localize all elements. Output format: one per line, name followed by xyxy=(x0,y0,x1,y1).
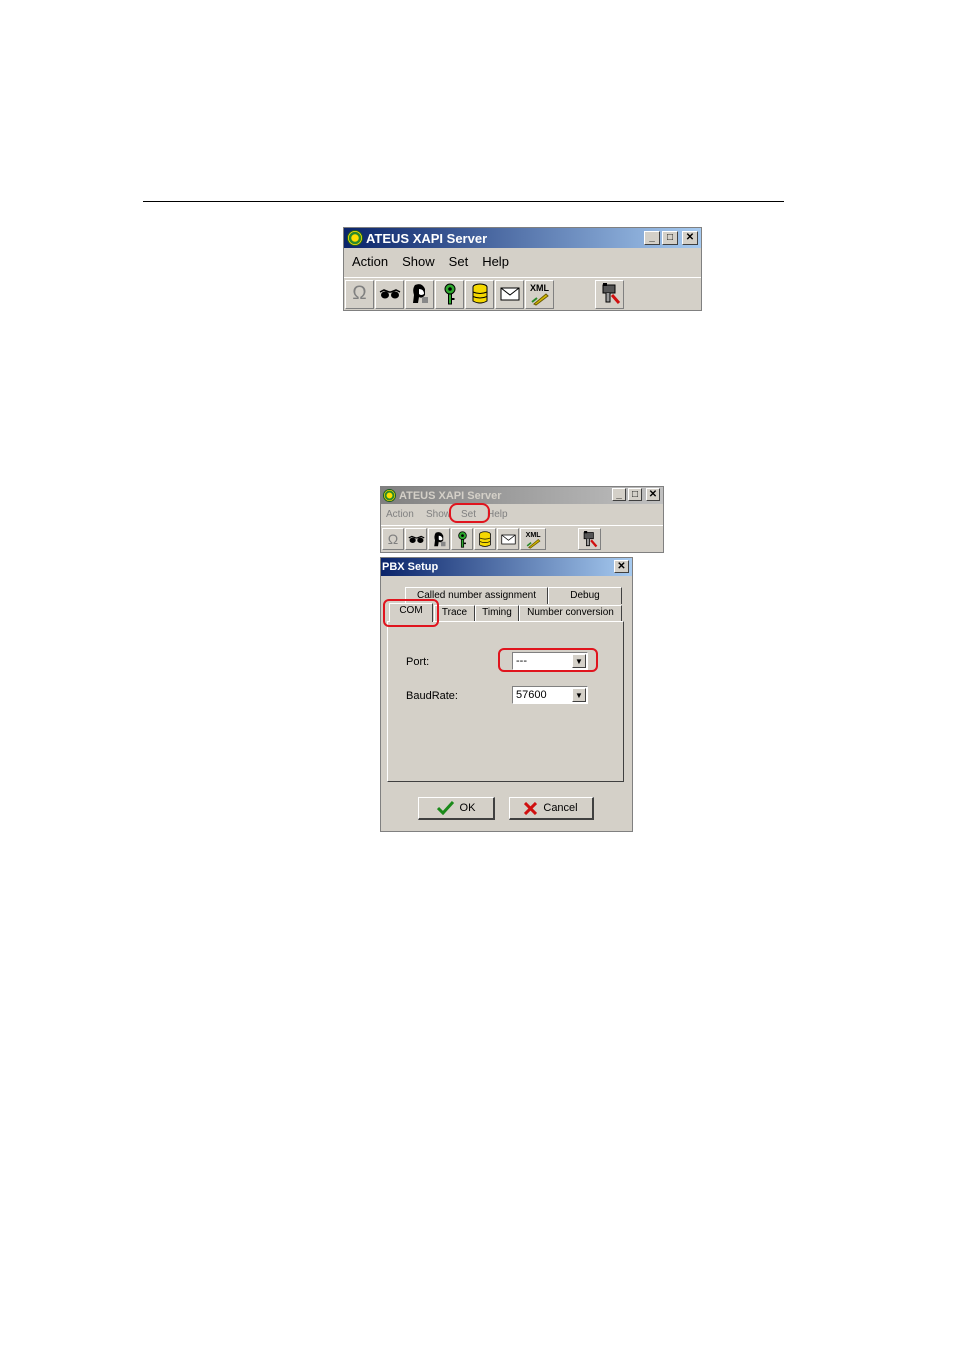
port-value: --- xyxy=(516,655,527,667)
glasses-button[interactable] xyxy=(375,279,404,309)
toolbar: Ω XML xyxy=(344,277,701,310)
tab-label: COM xyxy=(399,605,423,616)
omega-icon: Ω xyxy=(387,531,399,547)
xml-icon: XML xyxy=(525,531,541,549)
settings-tool-button[interactable] xyxy=(595,279,624,309)
menu-help[interactable]: Help xyxy=(487,509,508,520)
mail-button[interactable] xyxy=(495,279,524,309)
tab-label: Number conversion xyxy=(527,607,614,618)
port-label: Port: xyxy=(406,656,430,668)
chevron-down-icon[interactable]: ▼ xyxy=(572,654,586,668)
maximize-button[interactable]: □ xyxy=(628,488,642,501)
glasses-button[interactable] xyxy=(405,528,427,550)
maximize-icon: □ xyxy=(631,488,639,500)
tab-timing[interactable]: Timing xyxy=(475,605,519,621)
window-title: ATEUS XAPI Server xyxy=(399,489,502,502)
omega-icon: Ω xyxy=(352,283,367,304)
port-select[interactable]: --- ▼ xyxy=(512,652,588,670)
close-button[interactable]: ✕ xyxy=(646,488,660,501)
com-tab-panel: Port: --- ▼ BaudRate: 57600 ▼ xyxy=(387,621,624,782)
menu-set[interactable]: Set xyxy=(461,509,476,520)
glasses-icon xyxy=(379,289,400,299)
minimize-icon: _ xyxy=(649,232,655,243)
database-button[interactable] xyxy=(474,528,496,550)
menu-help[interactable]: Help xyxy=(475,254,516,269)
mail-icon xyxy=(500,287,519,301)
tab-number-conversion[interactable]: Number conversion xyxy=(519,605,622,621)
settings-tool-icon xyxy=(602,283,620,304)
close-icon: ✕ xyxy=(648,488,658,500)
user-icon xyxy=(433,531,445,546)
user-button[interactable] xyxy=(405,279,434,309)
title-bar[interactable]: ATEUS XAPI Server _ □ ✕ xyxy=(344,228,701,248)
cancel-label: Cancel xyxy=(543,802,578,814)
xml-icon: XML xyxy=(530,283,550,306)
mail-button[interactable] xyxy=(497,528,519,550)
database-icon xyxy=(479,530,491,547)
app-icon xyxy=(383,489,396,502)
mail-icon xyxy=(500,534,516,544)
tab-trace[interactable]: Trace xyxy=(434,605,475,621)
baudrate-value: 57600 xyxy=(516,689,547,701)
baudrate-label: BaudRate: xyxy=(406,690,458,702)
tab-debug[interactable]: Debug xyxy=(548,587,622,604)
minimize-icon: _ xyxy=(616,488,622,500)
database-icon xyxy=(472,283,487,304)
tab-com[interactable]: COM xyxy=(389,603,433,622)
dialog-title-bar[interactable]: PBX Setup ✕ xyxy=(381,558,632,576)
menu-bar: Action Show Set Help xyxy=(381,506,663,522)
tab-label: Trace xyxy=(441,607,468,618)
tab-label: Debug xyxy=(570,590,600,601)
pbx-setup-dialog: PBX Setup ✕ Called number assignment Deb… xyxy=(380,557,633,832)
tab-label: Called number assignment xyxy=(417,590,536,601)
svg-text:XML: XML xyxy=(525,531,541,539)
xapi-server-window-inactive: ATEUS XAPI Server _ □ ✕ Action Show Set … xyxy=(380,486,664,553)
cancel-button[interactable]: Cancel xyxy=(509,797,594,820)
cross-icon xyxy=(524,801,538,815)
key-icon xyxy=(444,283,455,305)
minimize-button[interactable]: _ xyxy=(644,231,660,245)
svg-text:XML: XML xyxy=(530,283,550,293)
dialog-title: PBX Setup xyxy=(382,561,439,573)
baudrate-select[interactable]: 57600 ▼ xyxy=(512,686,588,704)
xml-button[interactable]: XML xyxy=(525,279,554,309)
ok-label: OK xyxy=(459,802,476,814)
settings-tool-icon xyxy=(583,530,598,547)
close-button[interactable]: ✕ xyxy=(682,231,698,245)
xapi-server-window: ATEUS XAPI Server _ □ ✕ Action Show Set … xyxy=(343,227,702,311)
omega-button[interactable]: Ω xyxy=(382,528,404,550)
menu-show[interactable]: Show xyxy=(395,254,442,269)
tab-called-number-assignment[interactable]: Called number assignment xyxy=(405,587,548,604)
close-icon: ✕ xyxy=(685,232,695,243)
glasses-icon xyxy=(408,535,424,543)
omega-button[interactable]: Ω xyxy=(345,279,374,309)
key-button[interactable] xyxy=(435,279,464,309)
key-button[interactable] xyxy=(451,528,473,550)
menu-action[interactable]: Action xyxy=(386,509,414,520)
menu-bar: Action Show Set Help xyxy=(344,250,701,272)
toolbar: Ω XML xyxy=(381,525,663,552)
xml-button[interactable]: XML xyxy=(520,528,546,550)
database-button[interactable] xyxy=(465,279,494,309)
menu-show[interactable]: Show xyxy=(426,509,451,520)
ok-button[interactable]: OK xyxy=(418,797,495,820)
chevron-down-icon[interactable]: ▼ xyxy=(572,688,586,702)
title-bar[interactable]: ATEUS XAPI Server _ □ ✕ xyxy=(381,487,663,504)
user-icon xyxy=(412,284,428,303)
maximize-button[interactable]: □ xyxy=(662,231,678,245)
tab-label: Timing xyxy=(482,607,512,618)
checkmark-icon xyxy=(436,801,454,815)
window-title: ATEUS XAPI Server xyxy=(366,230,488,246)
close-icon: ✕ xyxy=(617,560,626,572)
settings-tool-button[interactable] xyxy=(578,528,601,550)
maximize-icon: □ xyxy=(666,232,674,243)
user-button[interactable] xyxy=(428,528,450,550)
minimize-button[interactable]: _ xyxy=(612,488,626,501)
key-icon xyxy=(457,530,467,548)
menu-set[interactable]: Set xyxy=(442,254,476,269)
menu-action[interactable]: Action xyxy=(345,254,395,269)
page-divider xyxy=(143,201,784,202)
app-icon xyxy=(347,230,363,246)
dialog-close-button[interactable]: ✕ xyxy=(614,560,629,573)
